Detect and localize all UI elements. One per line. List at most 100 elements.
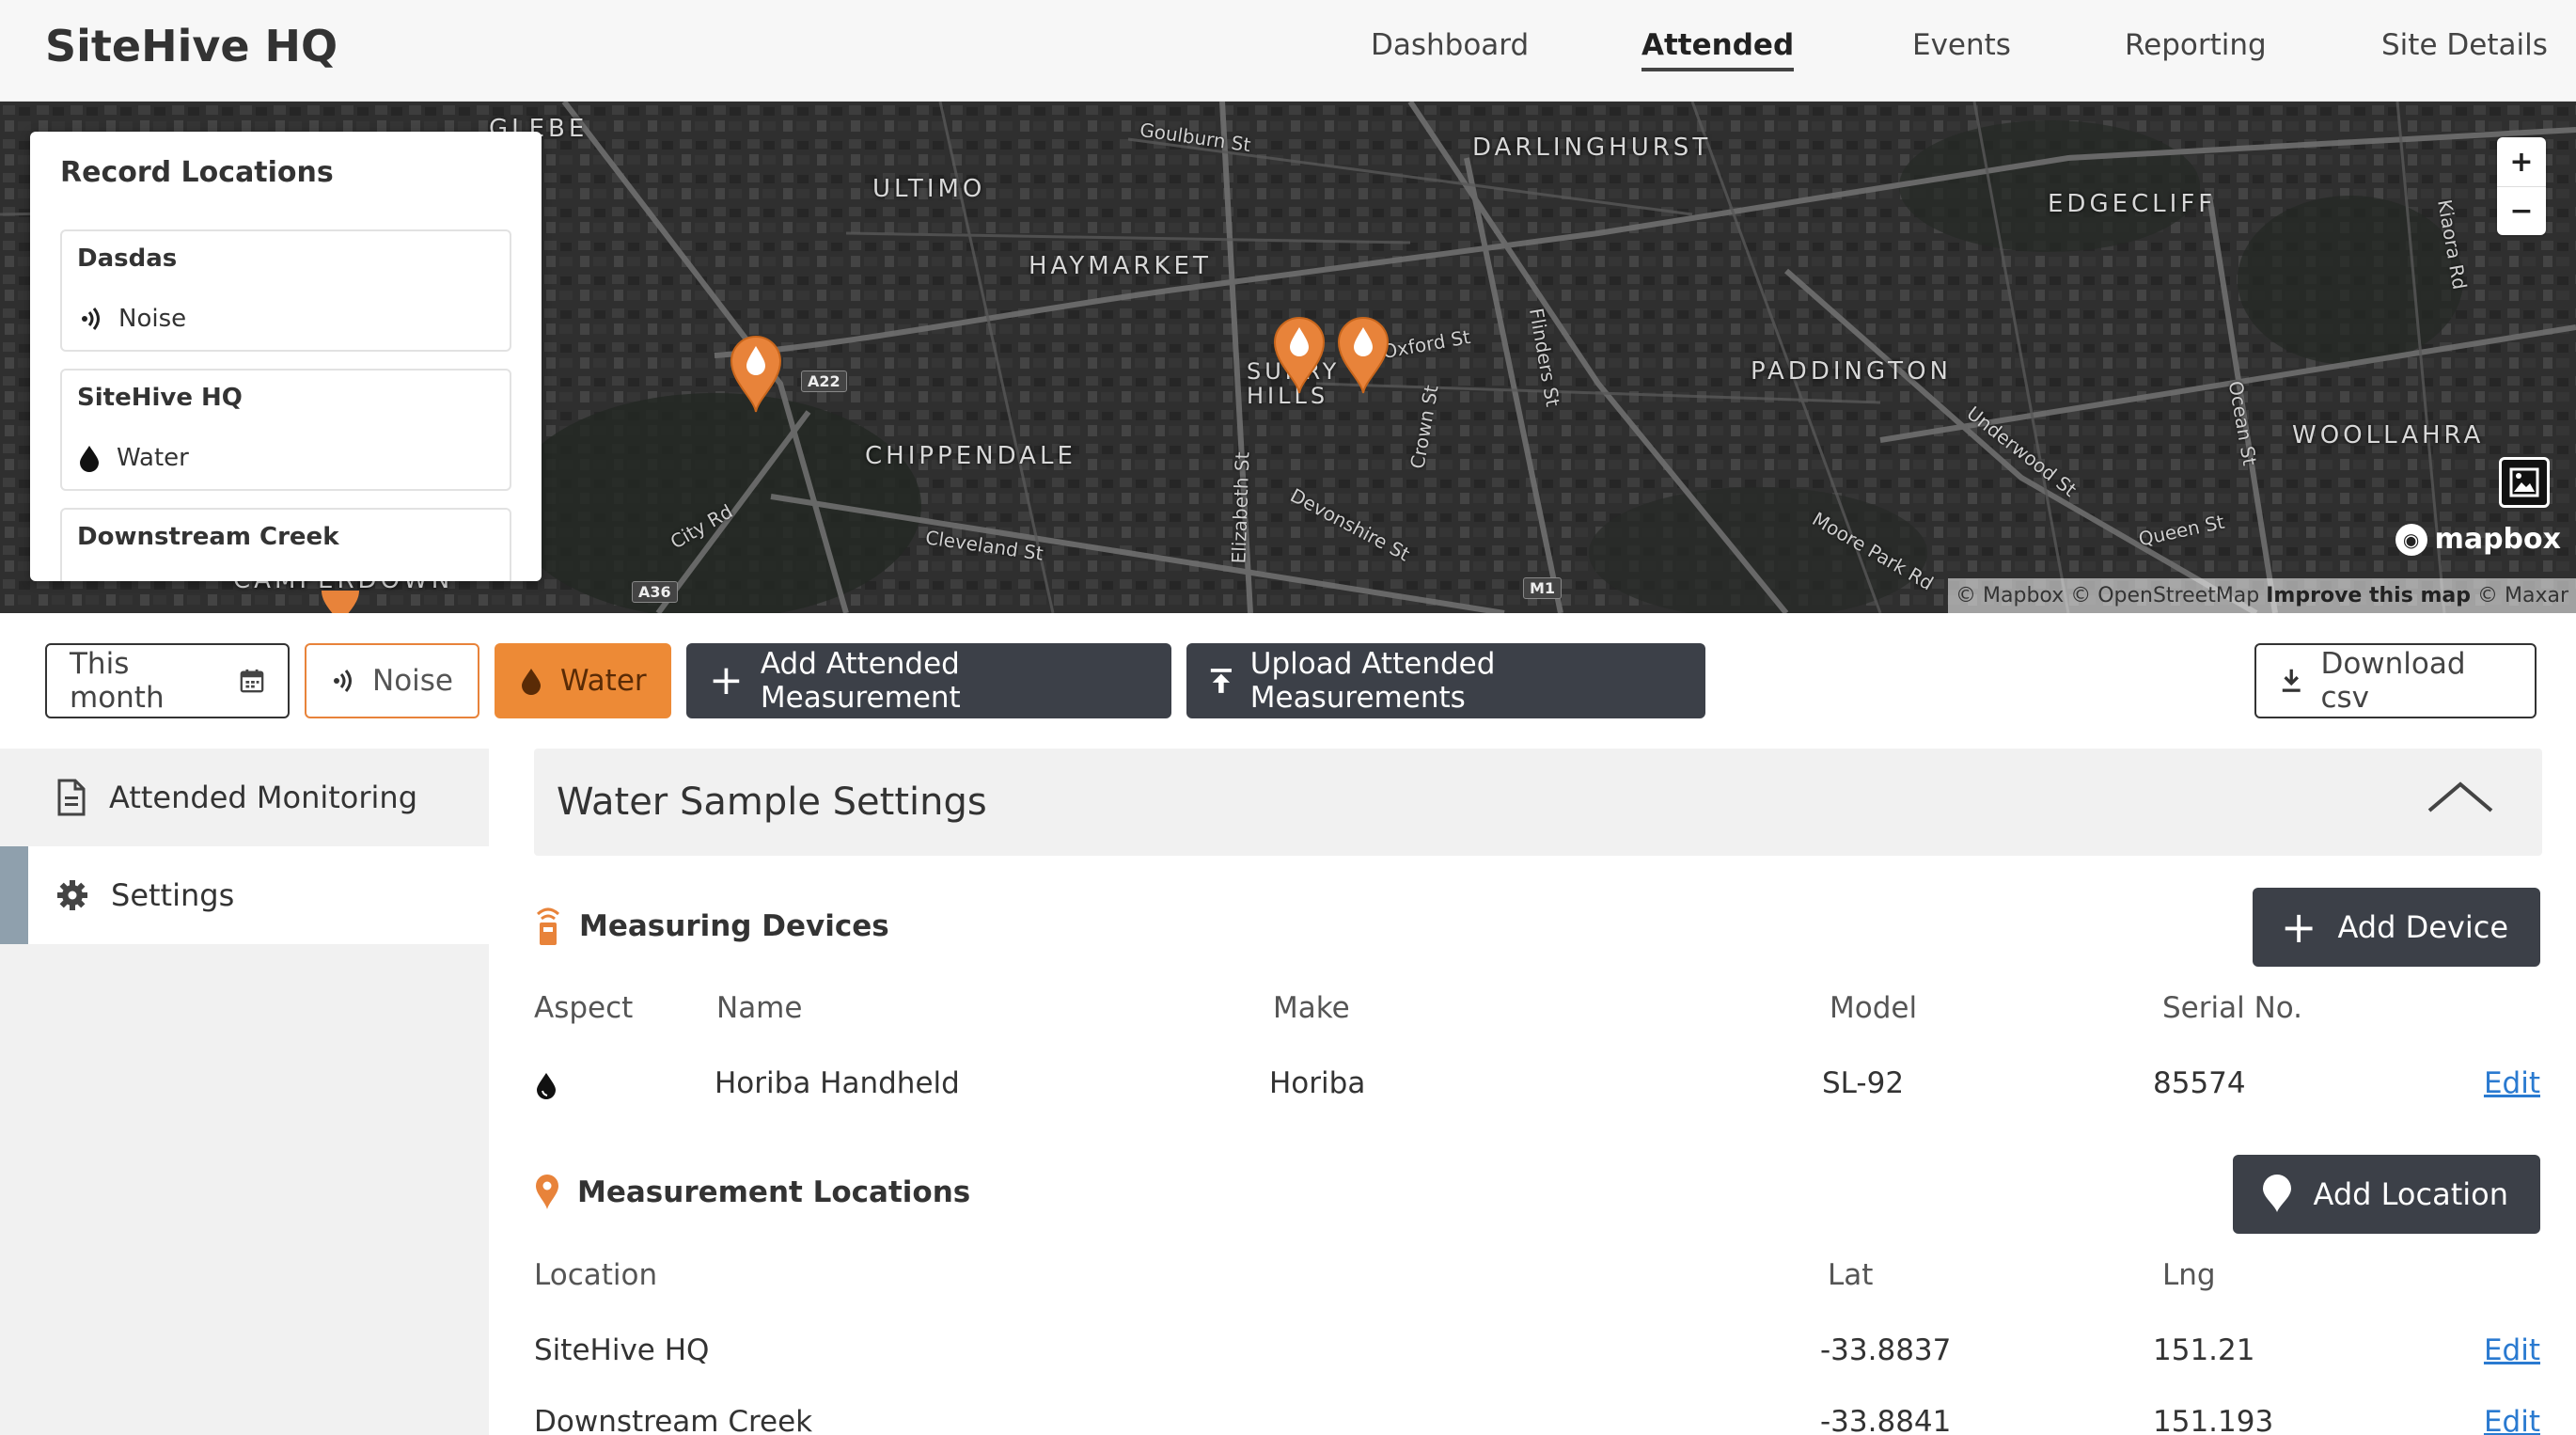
map-label-darlinghurst: DARLINGHURST [1472,134,1712,162]
record-location-card[interactable]: Dasdas Noise [60,229,511,352]
map-marker-water[interactable] [1271,314,1327,395]
sidebar-item-attended-monitoring[interactable]: Attended Monitoring [0,749,489,846]
chevron-up-icon[interactable] [2426,779,2495,816]
download-csv-button[interactable]: Download csv [2254,643,2537,718]
sidebar-item-label: Attended Monitoring [109,780,417,815]
sidebar-item-label: Settings [111,877,235,913]
upload-icon [1210,669,1232,693]
water-sample-settings-header[interactable]: Water Sample Settings [534,749,2542,856]
column-header-location: Location [534,1258,658,1292]
device-serial: 85574 [2153,1066,2246,1100]
water-filter-button[interactable]: Water [495,643,671,718]
record-location-aspect: Water [77,444,189,472]
add-attended-measurement-button[interactable]: + Add Attended Measurement [686,643,1171,718]
noise-filter-label: Noise [372,664,453,698]
column-header-lat: Lat [1828,1258,1874,1292]
location-name: SiteHive HQ [534,1333,710,1367]
device-name: Horiba Handheld [715,1066,960,1100]
record-location-card[interactable]: SiteHive HQ Water [60,369,511,491]
location-lat: -33.8841 [1820,1405,1952,1435]
attribution-maxar[interactable]: © Maxar [2477,584,2568,607]
measuring-devices-heading: Measuring Devices [534,907,889,946]
column-header-name: Name [716,991,803,1025]
add-device-label: Add Device [2337,909,2508,945]
nav-dashboard[interactable]: Dashboard [1371,28,1529,62]
map-label-edgecliff: EDGECLIFF [2048,190,2217,218]
aspect-label: Noise [118,305,187,333]
column-header-serial: Serial No. [2162,991,2303,1025]
zoom-in-button[interactable]: + [2497,137,2546,186]
aspect-label: Water [117,444,189,472]
record-location-name: SiteHive HQ [77,384,243,412]
mapbox-logo[interactable]: ◉ mapbox [2395,523,2561,556]
map-attribution: © Mapbox © OpenStreetMap Improve this ma… [1948,578,2576,613]
gear-icon [57,880,87,910]
edit-device-link[interactable]: Edit [2484,1066,2540,1100]
water-filter-label: Water [560,664,647,698]
column-header-model: Model [1830,991,1918,1025]
measurement-locations-label: Measurement Locations [577,1175,971,1209]
noise-icon [82,308,100,330]
download-label: Download csv [2320,647,2466,715]
edit-location-link[interactable]: Edit [2484,1405,2540,1435]
water-drop-icon [80,446,99,472]
record-location-card[interactable]: Downstream Creek [60,508,511,581]
record-locations-title: Record Locations [60,156,334,189]
add-location-button[interactable]: Add Location [2232,1155,2540,1234]
map-marker-water[interactable] [728,333,784,414]
calendar-icon [240,669,264,693]
device-model: SL-92 [1822,1066,1905,1100]
map-style-toggle[interactable] [2499,457,2550,508]
device-icon [536,907,560,945]
record-location-name: Downstream Creek [77,523,339,551]
location-name: Downstream Creek [534,1405,813,1435]
add-device-button[interactable]: + Add Device [2252,888,2540,967]
add-measurement-label: Add Attended Measurement [760,647,961,715]
nav-site-details[interactable]: Site Details [2381,28,2548,62]
location-lng: 151.21 [2153,1333,2255,1367]
image-icon [2509,467,2539,497]
location-lat: -33.8837 [1820,1333,1952,1367]
zoom-control: + − [2497,137,2546,235]
column-header-lng: Lng [2162,1258,2216,1292]
plus-icon: + [2280,902,2317,953]
plus-icon: + [709,656,744,704]
column-header-make: Make [1273,991,1350,1025]
map-label-paddington: PADDINGTON [1751,357,1952,386]
map-marker-partial[interactable] [312,591,369,613]
water-drop-icon [537,1073,556,1099]
device-make: Horiba [1269,1066,1366,1100]
mapbox-logo-icon: ◉ [2395,523,2427,556]
map-label-ultimo: ULTIMO [872,175,986,203]
location-lng: 151.193 [2153,1405,2274,1435]
attribution-text[interactable]: © Mapbox © OpenStreetMap [1956,584,2259,607]
upload-label: Upload Attended Measurements [1249,647,1496,715]
nav-reporting[interactable]: Reporting [2125,28,2267,62]
map-label-haymarket: HAYMARKET [1029,252,1212,280]
nav-events[interactable]: Events [1912,28,2011,62]
date-filter-label: This month [70,647,165,715]
top-header: SiteHive HQ Dashboard Attended Events Re… [0,0,2576,102]
location-pin-icon [2262,1175,2291,1212]
brand-title[interactable]: SiteHive HQ [45,21,338,71]
street-elizabeth: Elizabeth St [1227,451,1254,564]
mapbox-logo-text: mapbox [2434,523,2561,556]
zoom-out-button[interactable]: − [2497,186,2546,235]
upload-attended-measurements-button[interactable]: Upload Attended Measurements [1186,643,1705,718]
sidebar: Attended Monitoring Settings [0,749,489,1435]
edit-location-link[interactable]: Edit [2484,1333,2540,1367]
sidebar-item-settings[interactable]: Settings [0,846,489,944]
map-marker-water[interactable] [1335,314,1391,395]
record-locations-panel: Record Locations Dasdas Noise SiteHive H… [30,132,542,581]
add-location-label: Add Location [2313,1176,2508,1212]
location-pin-icon [536,1175,558,1209]
improve-map-link[interactable]: Improve this map [2266,584,2471,607]
date-filter-button[interactable]: This month [45,643,290,718]
map-label-chippendale: CHIPPENDALE [865,442,1076,470]
measuring-devices-label: Measuring Devices [579,909,889,943]
section-title: Water Sample Settings [557,781,987,824]
nav-attended[interactable]: Attended [1641,28,1795,71]
record-location-aspect: Noise [77,305,186,333]
measurement-locations-heading: Measurement Locations [534,1174,970,1211]
noise-filter-button[interactable]: Noise [305,643,479,718]
